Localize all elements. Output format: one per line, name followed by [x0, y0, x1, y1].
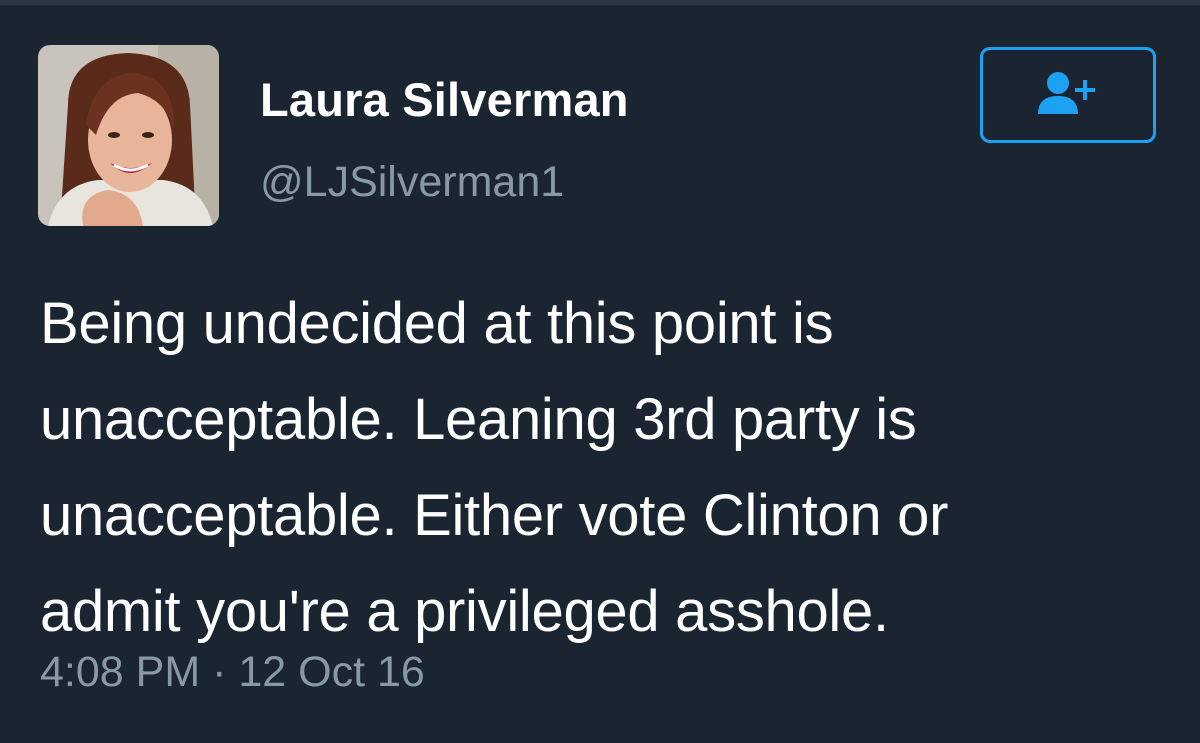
user-handle[interactable]: @LJSilverman1	[260, 158, 564, 207]
avatar-photo	[38, 45, 219, 226]
tweet-text: Being undecided at this point is unaccep…	[40, 276, 1160, 660]
avatar[interactable]	[38, 45, 219, 226]
add-user-icon	[1036, 68, 1100, 123]
top-divider	[0, 0, 1200, 5]
follow-button[interactable]	[980, 47, 1156, 143]
tweet-text-line: admit you're a privileged asshole.	[40, 579, 889, 644]
tweet-text-line: unacceptable. Leaning 3rd party is	[40, 387, 917, 452]
tweet-text-line: Being undecided at this point is	[40, 291, 834, 356]
tweet-timestamp[interactable]: 4:08 PM · 12 Oct 16	[40, 648, 425, 697]
display-name[interactable]: Laura Silverman	[260, 72, 629, 127]
tweet-text-line: unacceptable. Either vote Clinton or	[40, 483, 949, 548]
